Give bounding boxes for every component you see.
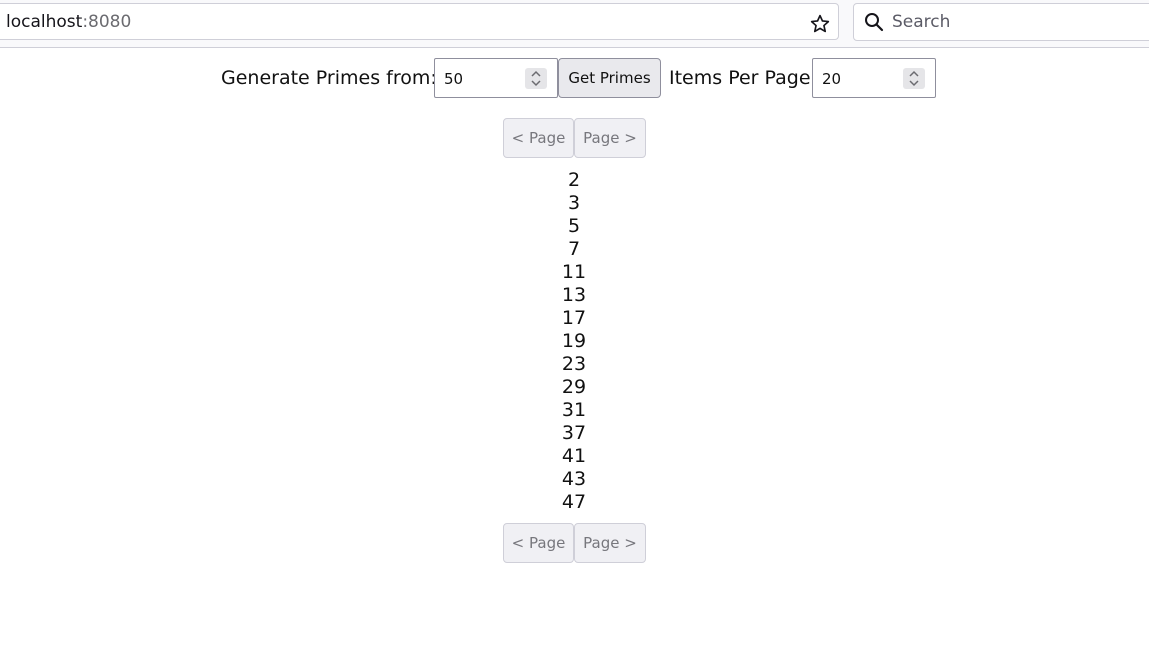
prime-list-item: 47 [561, 491, 587, 513]
spinner-arrows-icon [909, 70, 919, 87]
prime-list-item: 23 [561, 353, 587, 375]
browser-toolbar: localhost:8080 Search [0, 0, 1149, 48]
search-icon [865, 13, 884, 32]
prime-list-item: 19 [561, 330, 587, 352]
address-bar[interactable]: localhost:8080 [0, 3, 839, 40]
search-placeholder: Search [892, 12, 951, 32]
prime-list-item: 41 [561, 445, 587, 467]
prime-list-item: 13 [561, 284, 587, 306]
primes-list: 2 3 5 7 11 13 17 19 23 29 31 37 41 43 47 [474, 169, 674, 514]
generate-primes-label: Generate Primes from: [221, 67, 437, 89]
items-per-page-value: 20 [822, 70, 842, 88]
prime-list-item: 37 [561, 422, 587, 444]
prime-list-item: 11 [561, 261, 587, 283]
pager-bottom: < Page Page > [503, 523, 646, 563]
url-host: localhost [6, 12, 83, 32]
prime-list-item: 7 [567, 238, 581, 260]
prev-page-button[interactable]: < Page [503, 118, 574, 158]
items-per-page-spinner[interactable] [903, 68, 925, 89]
items-per-page-input[interactable]: 20 [812, 58, 936, 98]
spinner-arrows-icon [531, 70, 541, 87]
prime-list-item: 17 [561, 307, 587, 329]
next-page-button[interactable]: Page > [574, 118, 646, 158]
prime-list-item: 5 [567, 215, 581, 237]
items-per-page-label: Items Per Page [669, 67, 811, 89]
url-port: :8080 [82, 12, 132, 32]
search-bar[interactable]: Search [853, 3, 1149, 41]
get-primes-button[interactable]: Get Primes [558, 58, 661, 98]
generate-from-input[interactable]: 50 [434, 58, 558, 98]
prime-list-item: 29 [561, 376, 587, 398]
generate-from-spinner[interactable] [525, 68, 547, 89]
generate-from-value: 50 [444, 70, 464, 88]
prime-list-item: 3 [567, 192, 581, 214]
prev-page-button[interactable]: < Page [503, 523, 574, 563]
prime-list-item: 2 [567, 169, 581, 191]
bookmark-star-icon[interactable] [809, 13, 831, 35]
prime-list-item: 31 [561, 399, 587, 421]
prime-controls: Generate Primes from: 50 Get Primes Item… [0, 58, 1149, 98]
url-text[interactable]: localhost:8080 [6, 12, 131, 32]
next-page-button[interactable]: Page > [574, 523, 646, 563]
pager-top: < Page Page > [503, 118, 646, 158]
prime-list-item: 43 [561, 468, 587, 490]
